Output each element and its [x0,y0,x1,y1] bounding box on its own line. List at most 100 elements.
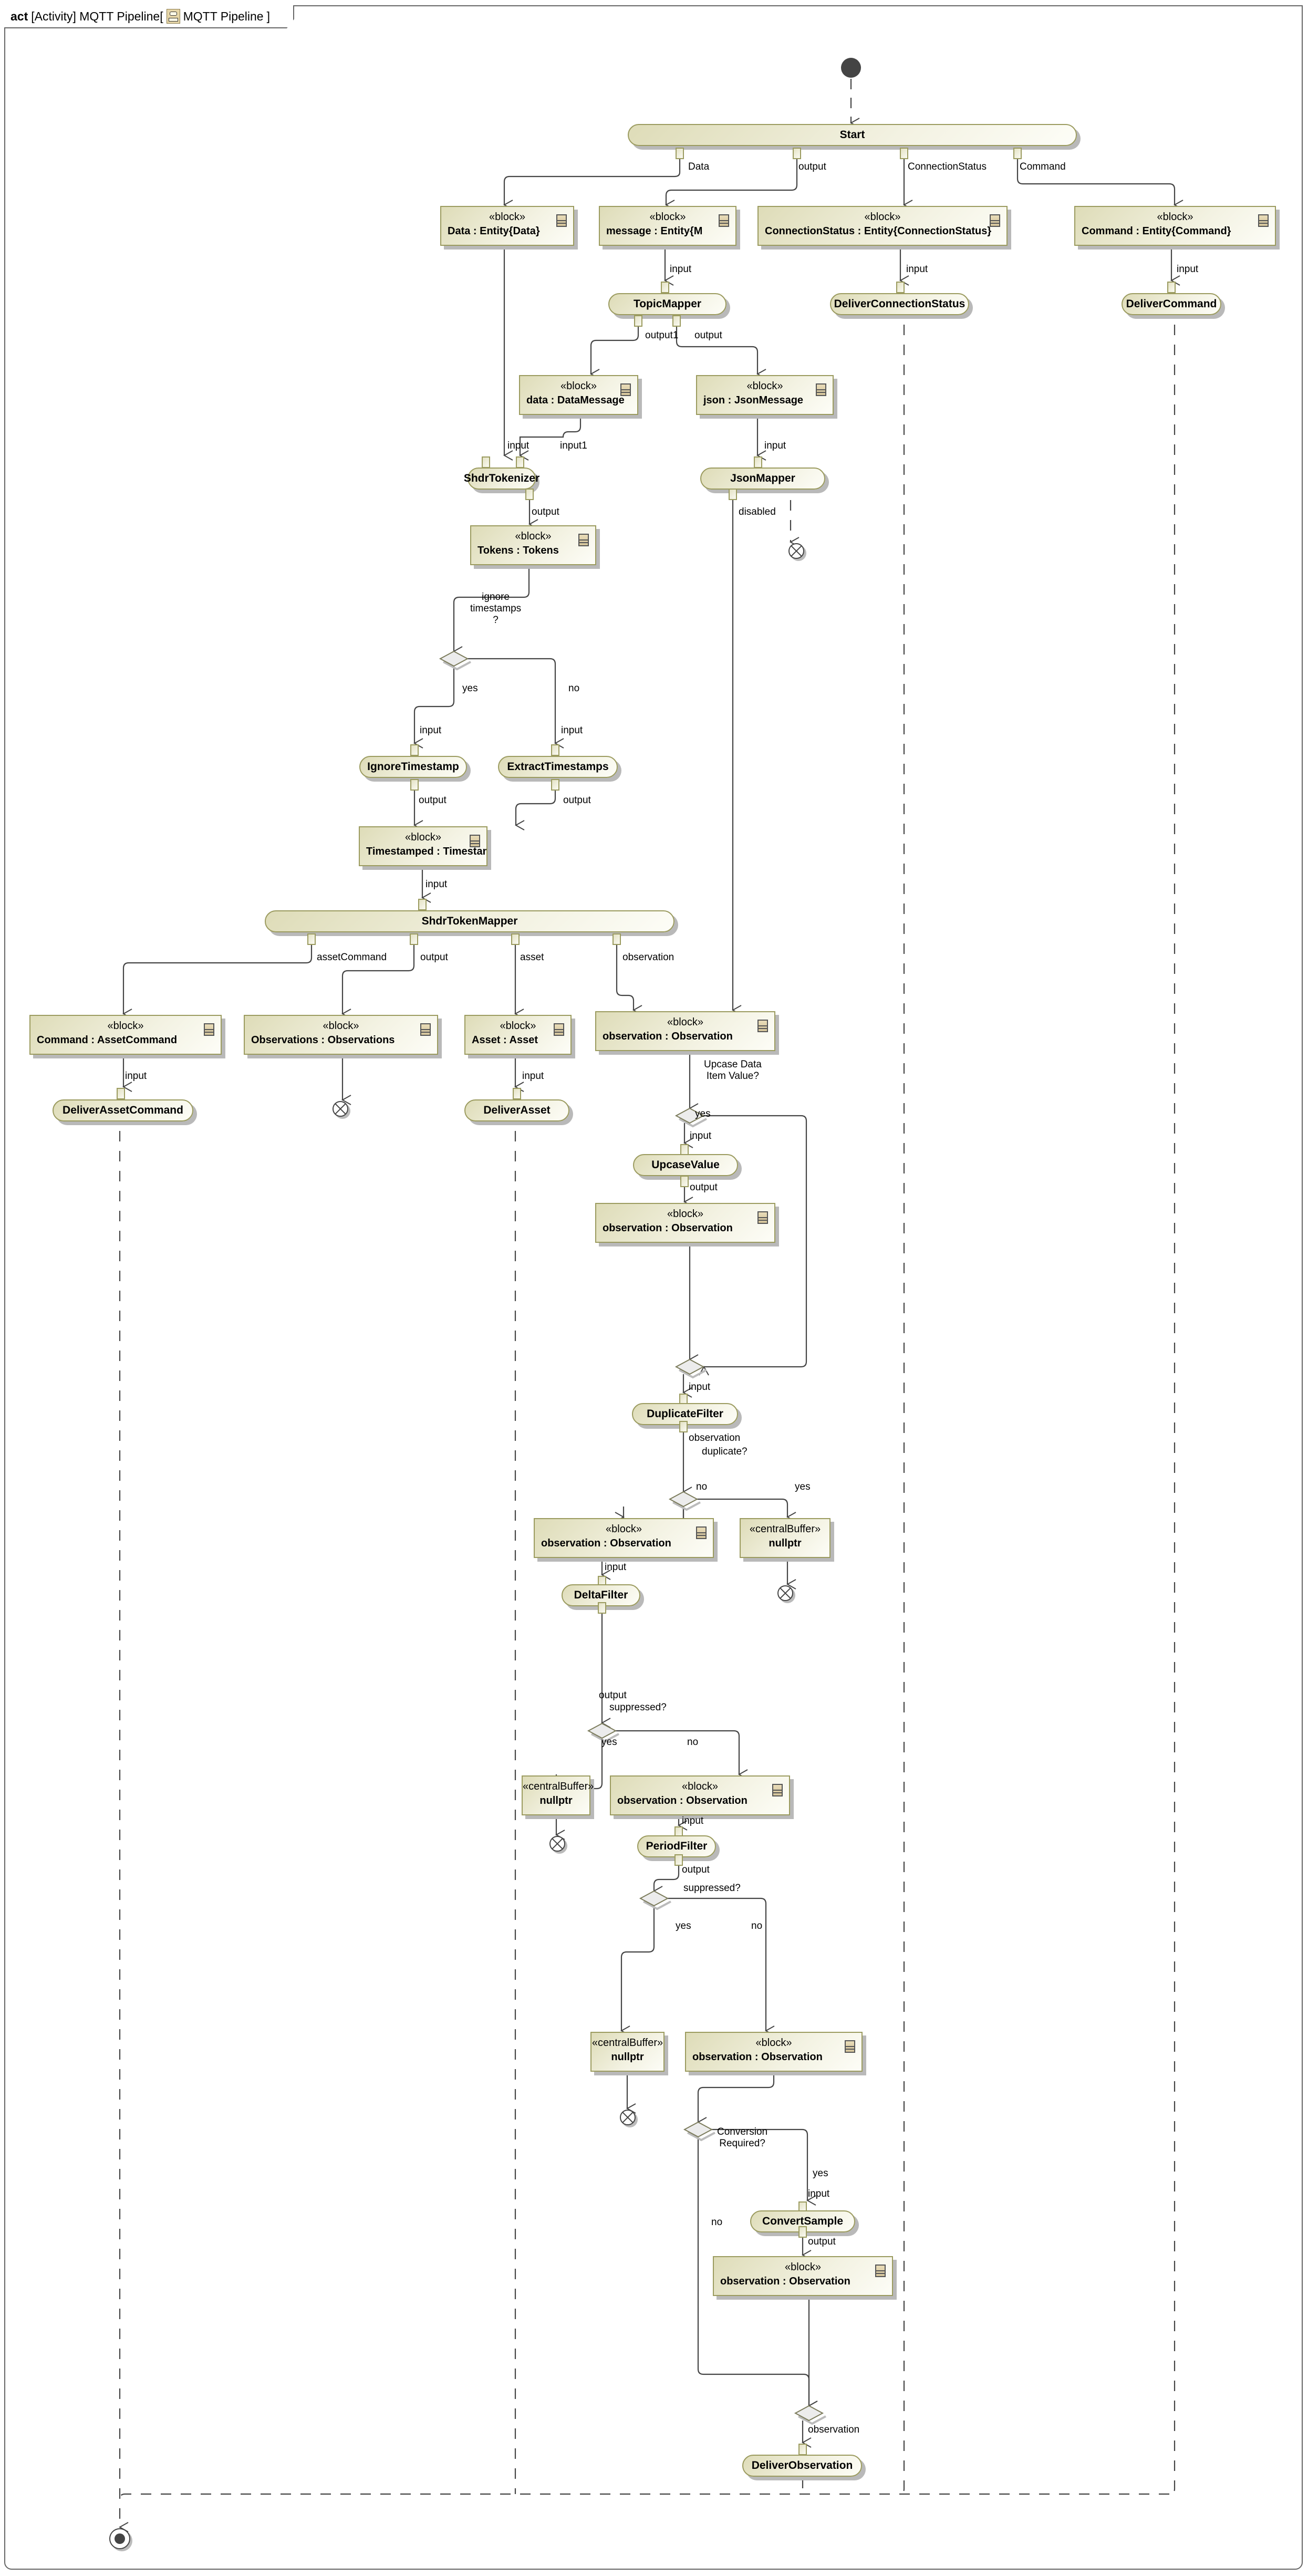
central-buffer-nullptr-3[interactable]: «centralBuffer» nullptr [590,2032,665,2072]
flow-edge[interactable] [504,159,681,205]
pin-shdrtokenmapper-assetcommand[interactable] [307,933,316,945]
activity-final-node[interactable] [109,2528,130,2549]
decision-node[interactable] [587,1722,617,1739]
object-observation-6[interactable]: «block» observation : Observation [713,2256,893,2296]
flow-edge[interactable] [698,2073,775,2122]
object-tokens[interactable]: «block» Tokens : Tokens [470,525,596,565]
merge-flow[interactable] [1169,305,1176,2495]
object-json-jsonmessage[interactable]: «block» json : JsonMessage [696,375,834,415]
object-command-assetcommand[interactable]: «block» Command : AssetCommand [29,1015,222,1055]
decision-node[interactable] [439,650,469,667]
pin-shdrtokenizer-input1[interactable] [516,456,524,468]
stereotype: «block» [405,832,441,843]
object-asset[interactable]: «block» Asset : Asset [464,1015,572,1055]
pin-start-data[interactable] [676,148,684,159]
flow-edge[interactable] [621,1906,655,2031]
pin-ignoretimestamp-input[interactable] [410,744,419,756]
merge-flow[interactable] [797,2478,804,2495]
object-timestamped[interactable]: «block» Timestamped : Timestamped [359,826,487,866]
decision-node[interactable] [683,2121,713,2138]
edge-label: input [1177,264,1199,275]
pin-extracttimestamps-output[interactable] [551,779,559,791]
action-deliverconnectionstatus[interactable]: DeliverConnectionStatus [830,293,969,315]
action-start[interactable]: Start [628,124,1077,146]
action-shdrtokenizer[interactable]: ShdrTokenizer [464,468,539,490]
pin-shdrtokenmapper-input[interactable] [418,899,427,910]
initial-node[interactable] [841,58,861,78]
flow-edge[interactable] [668,1897,766,2031]
pin-ignoretimestamp-output[interactable] [410,779,419,791]
pin-extracttimestamps-input[interactable] [551,744,559,756]
pin-deliverobservation-observation[interactable] [798,2444,807,2455]
flow-edge[interactable] [123,945,313,1014]
central-buffer-nullptr-1[interactable]: «centralBuffer» nullptr [740,1518,831,1558]
merge-flow[interactable] [898,305,905,2495]
action-jsonmapper[interactable]: JsonMapper [700,468,825,490]
pin-shdrtokenizer-input[interactable] [482,456,490,468]
object-name: observation : Observation [603,1031,733,1042]
object-data-entity[interactable]: «block» Data : Entity{Data} [440,206,574,246]
pin-shdrtokenizer-output[interactable] [525,489,534,500]
edge-label: no [711,2217,723,2228]
stereotype: «block» [667,1208,703,1220]
action-upcasevalue[interactable]: UpcaseValue [633,1154,738,1176]
pin-shdrtokenmapper-output[interactable] [410,933,418,945]
flow-edge[interactable] [654,1866,680,1891]
flow-final-node[interactable] [549,1836,565,1852]
pin-duplicatefilter-observation[interactable] [679,1421,688,1432]
decision-node[interactable] [668,1491,699,1508]
action-shdrtokenmapper[interactable]: ShdrTokenMapper [265,910,674,932]
pin-upcasevalue-output[interactable] [680,1176,689,1187]
pin-shdrtokenmapper-observation[interactable] [613,933,621,945]
decision-node[interactable] [639,1890,669,1907]
pin-deltafilter-output[interactable] [598,1602,606,1614]
flow-final-node[interactable] [620,2110,636,2125]
action-extracttimestamps[interactable]: ExtractTimestamps [498,756,618,778]
flow-edge[interactable] [666,159,798,205]
pin-jsonmapper-disabled[interactable] [729,489,737,500]
flow-edge[interactable] [468,658,555,743]
pin-start-output[interactable] [793,148,801,159]
pin-shdrtokenmapper-asset[interactable] [511,933,520,945]
flow-edge[interactable] [591,327,639,374]
pin-start-command[interactable] [1013,148,1022,159]
action-deliverobservation[interactable]: DeliverObservation [742,2455,862,2477]
pin-topicmapper-output[interactable] [672,315,681,327]
action-topicmapper[interactable]: TopicMapper [608,293,726,315]
object-command-entity[interactable]: «block» Command : Entity{Command} [1074,206,1276,246]
flow-final-node[interactable] [777,1585,793,1601]
decision-node[interactable] [794,2405,824,2422]
object-observation-5[interactable]: «block» observation : Observation [685,2032,863,2072]
object-data-datamessage[interactable]: «block» data : DataMessage [519,375,638,415]
pin-deliverconnectionstatus-input[interactable] [896,282,905,293]
pin-deliverasset-input[interactable] [513,1088,521,1099]
pin-delivercommand-input[interactable] [1167,282,1176,293]
flow-edge[interactable] [697,1498,787,1517]
object-observation-4[interactable]: «block» observation : Observation [610,1775,790,1815]
flow-edge[interactable] [616,1730,739,1774]
object-observation-2[interactable]: «block» observation : Observation [595,1203,775,1243]
flow-final-node[interactable] [333,1101,348,1117]
object-observations[interactable]: «block» Observations : Observations [244,1015,438,1055]
pin-convertsample-output[interactable] [798,2226,807,2238]
pin-jsonmapper-input[interactable] [754,456,762,468]
object-connectionstatus-entity[interactable]: «block» ConnectionStatus : Entity{Connec… [757,206,1008,246]
flow-final-node[interactable] [788,543,804,559]
pin-deliverassetcommand-input[interactable] [117,1088,125,1099]
action-ignoretimestamp[interactable]: IgnoreTimestamp [359,756,467,778]
pin-topicmapper-input[interactable] [661,282,669,293]
action-deliverasset[interactable]: DeliverAsset [464,1099,569,1121]
object-message-entity[interactable]: «block» message : Entity{M [599,206,736,246]
action-delivercommand[interactable]: DeliverCommand [1122,293,1221,315]
central-buffer-nullptr-2[interactable]: «centralBuffer» nullptr [522,1775,594,1815]
flow-edge[interactable] [516,791,556,825]
decision-node[interactable] [674,1358,705,1375]
object-name: observation : Observation [541,1538,671,1549]
action-deliverassetcommand[interactable]: DeliverAssetCommand [53,1099,193,1121]
object-observation-3[interactable]: «block» observation : Observation [534,1518,714,1558]
merge-flow[interactable] [119,2493,1169,2500]
stereotype: «centralBuffer» [591,2037,663,2049]
pin-start-connectionstatus[interactable] [900,148,908,159]
object-observation-1[interactable]: «block» observation : Observation [595,1011,775,1051]
pin-topicmapper-output1[interactable] [634,315,642,327]
